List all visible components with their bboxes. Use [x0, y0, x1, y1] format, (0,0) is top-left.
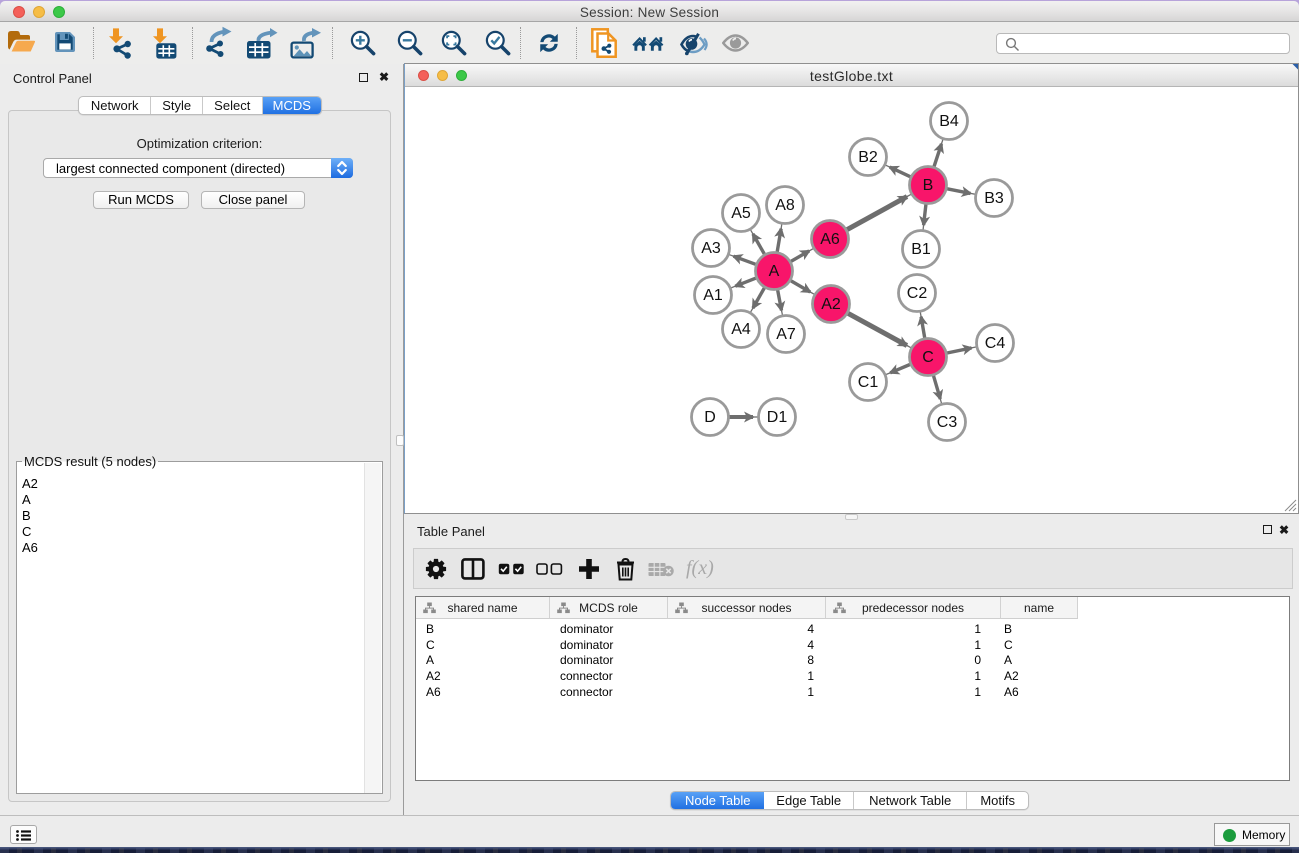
svg-text:A4: A4 — [731, 321, 751, 338]
svg-text:C: C — [922, 349, 934, 366]
svg-text:A: A — [769, 263, 780, 280]
svg-text:A3: A3 — [701, 240, 721, 257]
svg-text:A5: A5 — [731, 205, 751, 222]
svg-text:A6: A6 — [820, 231, 840, 248]
svg-text:D: D — [704, 409, 716, 426]
svg-text:A8: A8 — [775, 197, 795, 214]
svg-text:D1: D1 — [767, 409, 788, 426]
svg-text:A1: A1 — [703, 287, 723, 304]
svg-text:B4: B4 — [939, 113, 959, 130]
svg-text:B3: B3 — [984, 190, 1004, 207]
svg-text:A2: A2 — [821, 296, 841, 313]
svg-text:C3: C3 — [937, 414, 958, 431]
svg-text:B2: B2 — [858, 149, 878, 166]
svg-text:C2: C2 — [907, 285, 928, 302]
svg-text:B: B — [923, 177, 934, 194]
svg-text:C4: C4 — [985, 335, 1006, 352]
svg-text:A7: A7 — [776, 326, 796, 343]
svg-text:B1: B1 — [911, 241, 931, 258]
svg-text:C1: C1 — [858, 374, 879, 391]
